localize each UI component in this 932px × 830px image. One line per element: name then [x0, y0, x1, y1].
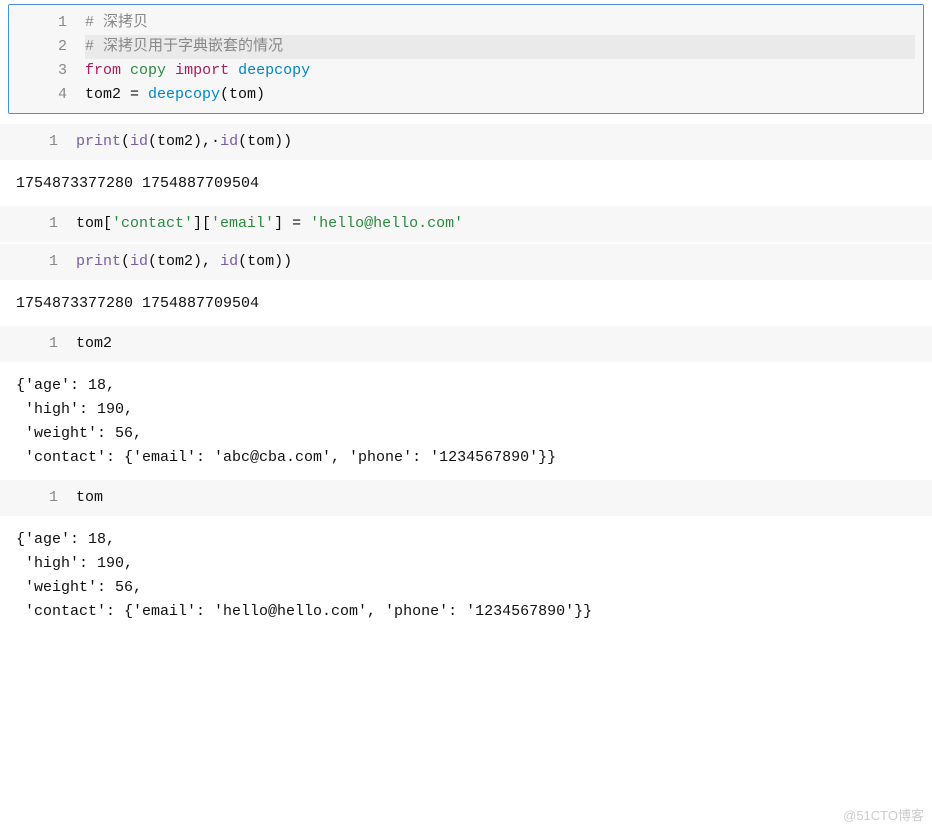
line-number: 1: [0, 212, 58, 236]
line-number: 4: [9, 83, 67, 107]
code-body[interactable]: # 深拷贝 # 深拷贝用于字典嵌套的情况 from copy import de…: [85, 11, 923, 107]
str: 'email': [211, 215, 274, 232]
kw-import: import: [175, 62, 229, 79]
fn-id: id: [220, 253, 238, 270]
line-number: 1: [9, 11, 67, 35]
code-body[interactable]: print(id(tom2),·id(tom)): [76, 130, 932, 154]
args: (tom2),: [148, 253, 220, 270]
fn-print: print: [76, 133, 121, 150]
call: deepcopy: [148, 86, 220, 103]
var: tom2: [85, 86, 121, 103]
args: (tom)): [238, 253, 292, 270]
line-number: 1: [0, 130, 58, 154]
bracket: ][: [193, 215, 211, 232]
paren: (: [121, 133, 130, 150]
code-cell-4[interactable]: 1 print(id(tom2), id(tom)): [0, 244, 932, 280]
watermark: @51CTO博客: [843, 805, 924, 824]
module: copy: [130, 62, 166, 79]
op: =: [121, 86, 148, 103]
imported-name: deepcopy: [238, 62, 310, 79]
line-number: 1: [0, 332, 58, 356]
code-body[interactable]: tom2: [76, 332, 932, 356]
args: (tom): [220, 86, 265, 103]
paren: (: [121, 253, 130, 270]
gutter: 1: [0, 212, 76, 236]
expr: tom: [76, 489, 103, 506]
expr: tom2: [76, 335, 112, 352]
gutter: 1: [0, 486, 76, 510]
line-number: 1: [0, 486, 58, 510]
code-cell-5[interactable]: 1 tom2: [0, 326, 932, 362]
str: 'contact': [112, 215, 193, 232]
gutter: 1: [0, 332, 76, 356]
op: ] =: [274, 215, 310, 232]
code-body[interactable]: tom['contact']['email'] = 'hello@hello.c…: [76, 212, 932, 236]
output-6: {'age': 18, 'high': 190, 'weight': 56, '…: [0, 518, 932, 634]
fn-id: id: [220, 133, 238, 150]
code-body[interactable]: tom: [76, 486, 932, 510]
var: tom[: [76, 215, 112, 232]
args: (tom2),·: [148, 133, 220, 150]
output-5: {'age': 18, 'high': 190, 'weight': 56, '…: [0, 364, 932, 480]
args: (tom)): [238, 133, 292, 150]
fn-id: id: [130, 253, 148, 270]
comment: # 深拷贝: [85, 14, 148, 31]
line-number: 1: [0, 250, 58, 274]
output-2: 1754873377280 1754887709504: [0, 162, 932, 206]
code-cell-2[interactable]: 1 print(id(tom2),·id(tom)): [0, 124, 932, 160]
kw-from: from: [85, 62, 121, 79]
fn-id: id: [130, 133, 148, 150]
code-body[interactable]: print(id(tom2), id(tom)): [76, 250, 932, 274]
gutter: 1: [0, 130, 76, 154]
gutter: 1 2 3 4: [9, 11, 85, 107]
output-4: 1754873377280 1754887709504: [0, 282, 932, 326]
code-cell-6[interactable]: 1 tom: [0, 480, 932, 516]
code-cell-1[interactable]: 1 2 3 4 # 深拷贝 # 深拷贝用于字典嵌套的情况 from copy i…: [8, 4, 924, 114]
gutter: 1: [0, 250, 76, 274]
line-number: 3: [9, 59, 67, 83]
line-number: 2: [9, 35, 67, 59]
code-cell-3[interactable]: 1 tom['contact']['email'] = 'hello@hello…: [0, 206, 932, 242]
str: 'hello@hello.com': [310, 215, 463, 232]
comment: # 深拷贝用于字典嵌套的情况: [85, 38, 283, 55]
fn-print: print: [76, 253, 121, 270]
